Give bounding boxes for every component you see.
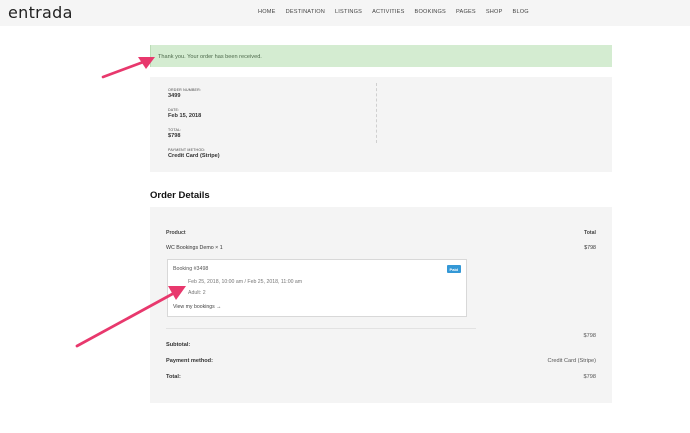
annotation-arrow-booking (75, 286, 186, 348)
annotation-arrows (75, 57, 186, 348)
annotation-arrow-notice (101, 57, 155, 79)
